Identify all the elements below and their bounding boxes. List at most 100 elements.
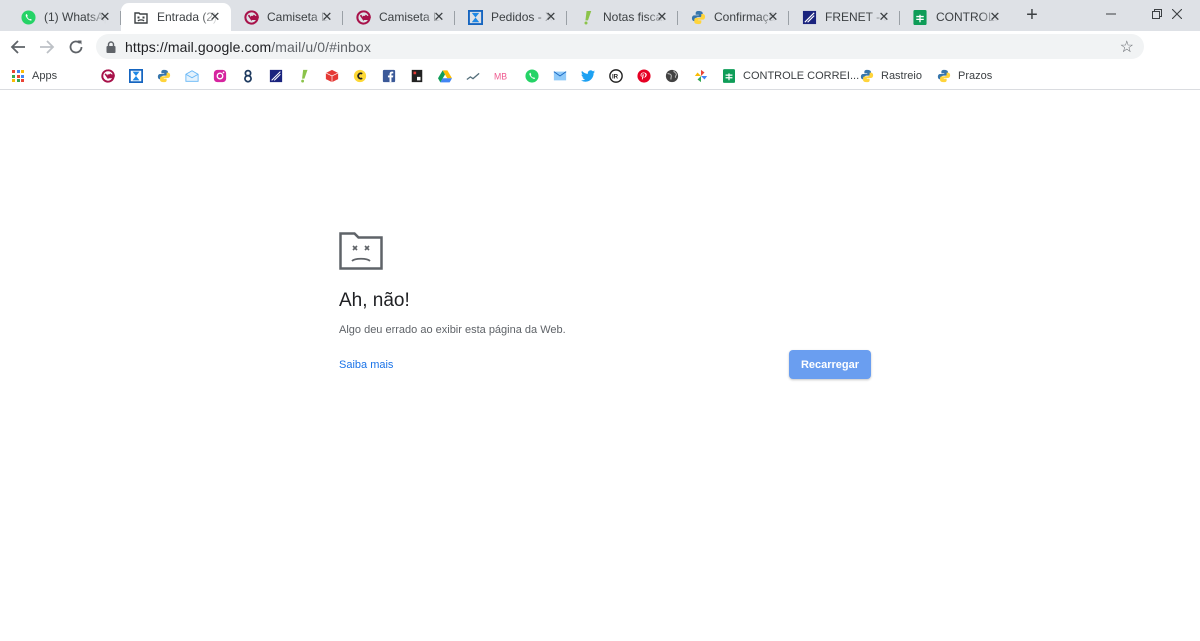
- bookmark-pedidos[interactable]: [129, 67, 143, 85]
- close-tab-icon[interactable]: ✕: [98, 10, 112, 24]
- python-icon: [690, 9, 706, 25]
- bookmark-envelope[interactable]: [185, 67, 199, 85]
- bookmark-globe[interactable]: [665, 67, 679, 85]
- whatsapp-icon: [20, 9, 36, 25]
- sad-tab-icon: [339, 232, 383, 270]
- close-tab-icon[interactable]: ✕: [655, 10, 669, 24]
- bookmark-pinterest[interactable]: [637, 67, 651, 85]
- url-text[interactable]: https://mail.google.com/mail/u/0/#inbox: [125, 39, 371, 55]
- error-message: Algo deu errado ao exibir esta página da…: [339, 324, 566, 336]
- reload-page-button[interactable]: Recarregar: [789, 350, 871, 379]
- frenet-icon: [269, 69, 283, 83]
- bookmark-twitter[interactable]: [581, 67, 595, 85]
- bookmark-pinwheel[interactable]: [694, 67, 708, 85]
- tab-controle[interactable]: CONTROLE ✕: [900, 3, 1011, 31]
- learn-more-link[interactable]: Saiba mais: [339, 359, 393, 371]
- tab-camiseta-2[interactable]: Camiseta Lu ✕: [343, 3, 455, 31]
- hourglass-icon: [129, 69, 143, 83]
- bookmark-label: Rastreio: [881, 70, 922, 82]
- apps-grid-icon: [11, 69, 25, 83]
- bookmark-whatsapp[interactable]: [525, 67, 539, 85]
- tab-frenet[interactable]: FRENET - Pa ✕: [789, 3, 900, 31]
- tab-gmail-inbox[interactable]: Entrada (2) ✕: [121, 3, 231, 31]
- python-icon: [157, 69, 171, 83]
- close-tab-icon[interactable]: ✕: [432, 10, 446, 24]
- url-host: https://mail.google.com: [125, 39, 272, 55]
- arrow-right-icon: [40, 40, 55, 54]
- frenet-icon: [801, 9, 817, 25]
- reload-button[interactable]: [63, 34, 89, 60]
- bookmark-rastreio[interactable]: Rastreio: [860, 67, 922, 85]
- back-button[interactable]: [5, 34, 31, 60]
- python-icon: [937, 69, 951, 83]
- hourglass-icon: [467, 9, 483, 25]
- bookmark-apps[interactable]: Apps: [11, 67, 57, 85]
- drive-icon: [438, 69, 452, 83]
- globe-icon: [665, 69, 679, 83]
- bookmark-controle-correios[interactable]: CONTROLE CORREI...: [722, 67, 859, 85]
- pinwheel-icon: [694, 69, 708, 83]
- bookmark-ir[interactable]: IR: [609, 67, 623, 85]
- pinterest-icon: [637, 69, 651, 83]
- close-tab-icon[interactable]: ✕: [988, 10, 1002, 24]
- ir-icon: IR: [609, 69, 623, 83]
- bookmarks-bar: Apps MB IR CONTROLE CORREI... Rastreio P…: [0, 62, 1200, 90]
- browser-toolbar: https://mail.google.com/mail/u/0/#inbox …: [0, 31, 1200, 86]
- address-bar[interactable]: https://mail.google.com/mail/u/0/#inbox …: [96, 34, 1144, 59]
- svg-text:MB: MB: [494, 72, 507, 82]
- mail-icon: [553, 69, 567, 83]
- close-tab-icon[interactable]: ✕: [877, 10, 891, 24]
- minimize-button[interactable]: [1088, 0, 1134, 28]
- close-tab-icon[interactable]: ✕: [320, 10, 334, 24]
- bookmark-star-icon[interactable]: ☆: [1120, 37, 1134, 57]
- trend-icon: [466, 69, 480, 83]
- reload-icon: [69, 40, 83, 54]
- bookmark-clapperboard[interactable]: [410, 67, 424, 85]
- bookmark-shop[interactable]: [101, 67, 115, 85]
- envelope-icon: [185, 69, 199, 83]
- bookmark-notas[interactable]: [297, 67, 311, 85]
- minimize-icon: [1106, 13, 1116, 15]
- tab-whatsapp[interactable]: (1) WhatsApp ✕: [8, 3, 121, 31]
- new-tab-button[interactable]: +: [1020, 4, 1044, 28]
- close-tab-icon[interactable]: ✕: [208, 10, 222, 24]
- tab-pedidos[interactable]: Pedidos - X ✕: [455, 3, 567, 31]
- sheets-icon: [912, 9, 928, 25]
- tab-strip: (1) WhatsApp ✕ Entrada (2) ✕ Camiseta Lu…: [0, 0, 1200, 31]
- shop-logo-icon: [355, 9, 371, 25]
- tab-confirmacao[interactable]: Confirmação ✕: [678, 3, 789, 31]
- exclamation-icon: [579, 9, 595, 25]
- svg-text:IR: IR: [612, 74, 619, 81]
- bookmark-prazos[interactable]: Prazos: [937, 67, 992, 85]
- bookmark-drive[interactable]: [438, 67, 452, 85]
- bookmark-mail[interactable]: [553, 67, 567, 85]
- bookmark-coin[interactable]: [353, 67, 367, 85]
- window-close-button[interactable]: [1154, 0, 1200, 28]
- bookmark-package[interactable]: [325, 67, 339, 85]
- bookmark-python[interactable]: [157, 67, 171, 85]
- bookmark-trend[interactable]: [466, 67, 480, 85]
- bookmark-facebook[interactable]: [382, 67, 396, 85]
- error-title: Ah, não!: [339, 290, 410, 311]
- tab-camiseta-1[interactable]: Camiseta Lu ✕: [231, 3, 343, 31]
- eight-icon: [241, 69, 255, 83]
- arrow-left-icon: [10, 40, 25, 54]
- forward-button[interactable]: [34, 34, 60, 60]
- sad-tab-icon: [133, 9, 149, 25]
- close-icon: [1172, 9, 1182, 19]
- bookmark-label: CONTROLE CORREI...: [743, 70, 860, 82]
- exclamation-icon: [297, 69, 311, 83]
- clapperboard-icon: [410, 69, 424, 83]
- close-tab-icon[interactable]: ✕: [766, 10, 780, 24]
- bookmark-mb[interactable]: MB: [494, 67, 508, 85]
- twitter-icon: [581, 69, 595, 83]
- close-tab-icon[interactable]: ✕: [544, 10, 558, 24]
- bookmark-eight[interactable]: [241, 67, 255, 85]
- tab-title: (1) WhatsApp: [44, 10, 106, 24]
- sheets-icon: [722, 69, 736, 83]
- tab-notas-fiscais[interactable]: Notas fiscais ✕: [567, 3, 678, 31]
- bookmark-frenet[interactable]: [269, 67, 283, 85]
- bookmark-instagram[interactable]: [213, 67, 227, 85]
- instagram-icon: [213, 69, 227, 83]
- lock-icon[interactable]: [106, 40, 116, 58]
